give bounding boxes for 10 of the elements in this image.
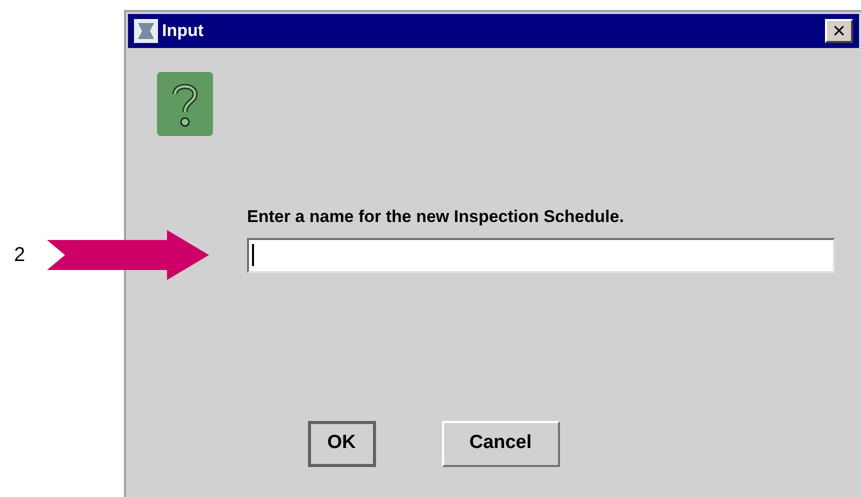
question-icon — [157, 72, 213, 136]
close-button[interactable]: × — [825, 19, 853, 43]
name-field[interactable] — [247, 238, 835, 272]
window-icon — [134, 19, 158, 43]
window-title: Input — [162, 20, 204, 42]
arrow-icon — [47, 230, 210, 280]
prompt-label: Enter a name for the new Inspection Schedule. — [247, 206, 625, 228]
dialog-button[interactable]: Cancel — [442, 420, 560, 466]
step-number: 2 — [14, 243, 26, 268]
dialog-button[interactable]: OK — [308, 420, 376, 466]
